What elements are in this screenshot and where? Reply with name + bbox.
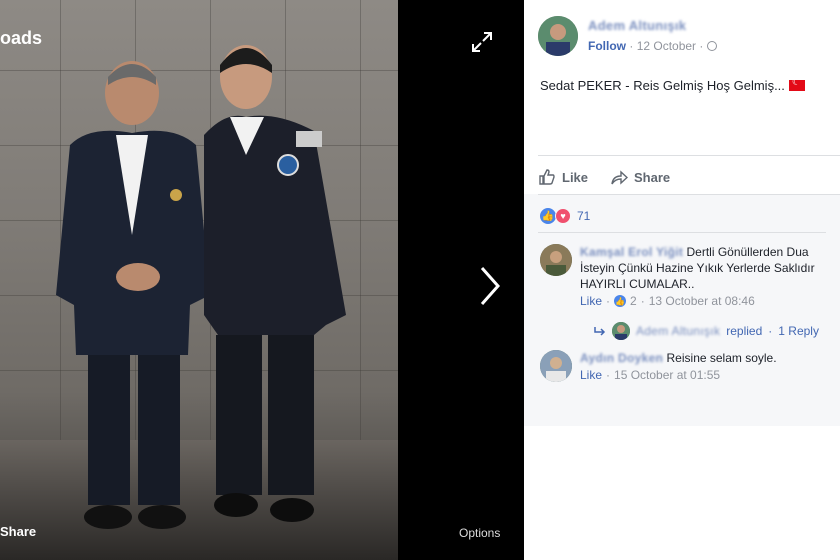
chevron-right-icon[interactable] xyxy=(476,264,504,308)
share-icon xyxy=(611,170,629,185)
reply-arrow-icon xyxy=(594,327,606,336)
photo-viewer: oads Share Options xyxy=(0,0,524,560)
reaction-count: 71 xyxy=(577,209,591,223)
author-name[interactable]: Adem Altunışık xyxy=(588,18,686,33)
comment-meta: Like · 👍 2 · 13 October at 08:46 xyxy=(580,294,755,308)
like-button[interactable]: Like xyxy=(538,165,588,189)
commenter-name[interactable]: Kamşal Erol Yiğit xyxy=(580,245,683,259)
turkey-flag-icon xyxy=(788,77,805,91)
reply-author: Adem Altunışık xyxy=(636,324,721,338)
commenter-name[interactable]: Aydın Doyken xyxy=(580,351,663,365)
share-button[interactable]: Share xyxy=(610,165,670,189)
like-reaction-icon: 👍 xyxy=(614,295,627,307)
thumbs-up-icon xyxy=(539,169,555,185)
comment: Kamşal Erol Yiğit Dertli Gönüllerden Dua… xyxy=(540,244,830,340)
author-avatar[interactable] xyxy=(538,16,578,56)
reply-count[interactable]: 1 Reply xyxy=(778,324,819,338)
comment-timestamp[interactable]: 13 October at 08:46 xyxy=(649,294,755,308)
expand-icon[interactable] xyxy=(470,30,494,54)
post-text: Sedat PEKER - Reis Gelmiş Hoş Gelmiş... xyxy=(540,77,805,93)
globe-icon xyxy=(706,41,717,51)
comment-like-count: 2 xyxy=(630,294,637,308)
follow-button[interactable]: Follow xyxy=(588,39,626,53)
like-reaction-icon: 👍 xyxy=(540,208,556,224)
comment-timestamp[interactable]: 15 October at 01:55 xyxy=(614,368,720,382)
uploads-label[interactable]: oads xyxy=(0,28,42,49)
post-header: Adem Altunışık Follow · 12 October · xyxy=(538,16,828,60)
comment-meta: Like · 15 October at 01:55 xyxy=(580,368,721,382)
comment-like-button[interactable]: Like xyxy=(580,294,602,308)
divider xyxy=(538,155,840,156)
reply-author-avatar xyxy=(612,322,630,340)
share-photo-button[interactable]: Share xyxy=(0,524,36,539)
comment-like-button[interactable]: Like xyxy=(580,368,602,382)
reactions-comments-area: 👍 ♥ 71 Kamşal Erol Yiğit Dertli Gönüller… xyxy=(524,194,840,426)
photo xyxy=(0,0,398,560)
replies-link[interactable]: Adem Altunışık replied · 1 Reply xyxy=(594,322,819,340)
love-reaction-icon: ♥ xyxy=(555,208,571,224)
post-actions: Like Share xyxy=(538,165,828,189)
comment: Aydın Doyken Reisine selam soyle. Like ·… xyxy=(540,350,830,390)
post-meta: Follow · 12 October · xyxy=(588,39,717,53)
reply-action: replied xyxy=(726,324,763,338)
person-left xyxy=(56,61,210,529)
comment-text: Reisine selam soyle. xyxy=(666,351,777,365)
reactions-summary[interactable]: 👍 ♥ 71 xyxy=(540,208,590,224)
post-date[interactable]: 12 October xyxy=(637,39,696,53)
person-right xyxy=(204,45,346,522)
commenter-avatar[interactable] xyxy=(540,350,572,382)
options-button[interactable]: Options xyxy=(459,526,500,540)
post-panel: Adem Altunışık Follow · 12 October · Sed… xyxy=(524,0,840,560)
commenter-avatar[interactable] xyxy=(540,244,572,276)
